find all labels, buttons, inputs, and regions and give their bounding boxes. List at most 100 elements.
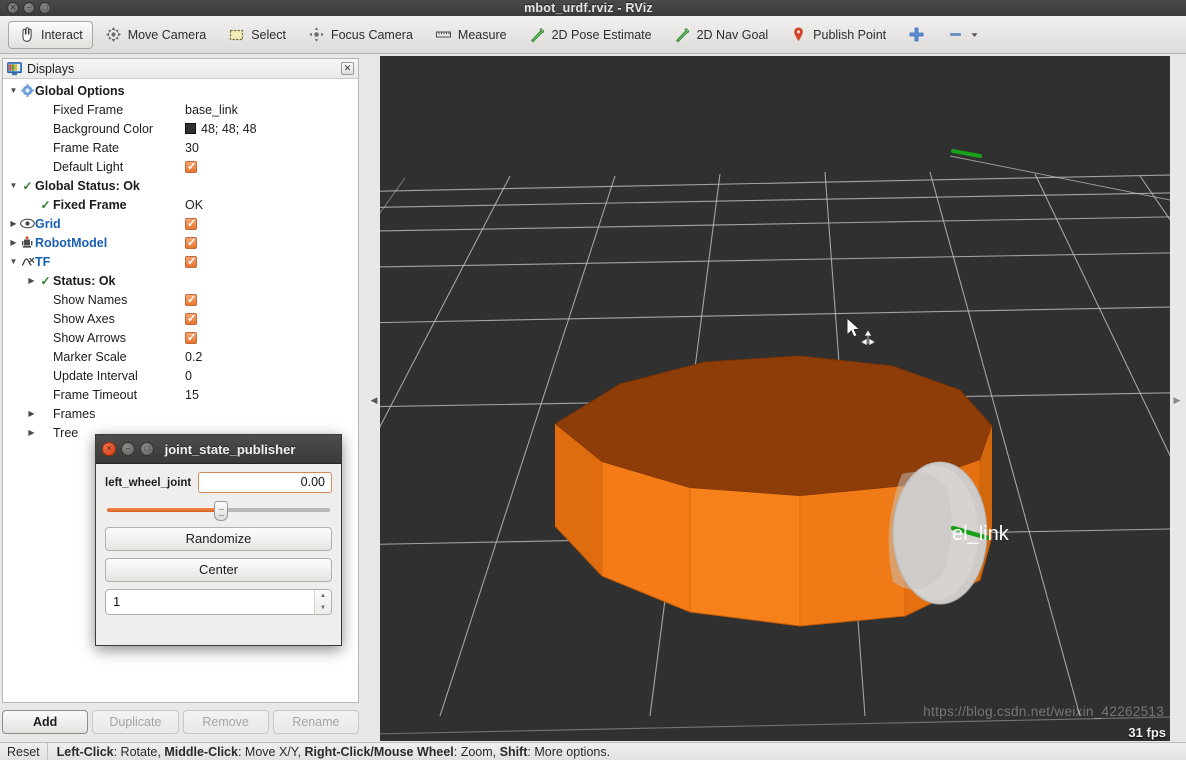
render-view-3d[interactable]: el_link https://blog.csdn.net/weixin_422… [380,56,1170,741]
display-row-value[interactable]: base_link [185,103,238,117]
display-row-marker-scale[interactable]: Marker Scale 0.2 [3,347,358,366]
window-close-button[interactable]: ✕ [7,2,19,14]
jsp-joint-row: left_wheel_joint 0.00 [105,472,332,493]
display-row-label: Show Arrows [53,330,126,345]
expand-arrow-right-icon[interactable]: ▶ [7,219,20,228]
select-rect-icon [230,29,244,41]
display-row-label: Global Status: Ok [35,178,140,193]
display-row-background-color[interactable]: Background Color 48; 48; 48 [3,119,358,138]
spinbox-down-icon[interactable]: ▼ [315,602,331,614]
tool-measure[interactable]: Measure [425,21,517,49]
window-minimize-button[interactable]: − [23,2,35,14]
jsp-spinbox-value[interactable]: 1 [106,590,314,614]
jsp-spinbox[interactable]: 1 ▲ ▼ [105,589,332,615]
hint-action: : Zoom, [453,744,500,759]
checkbox-checked-icon[interactable] [185,160,197,173]
checkbox-checked-icon[interactable] [185,293,197,306]
display-row-label: Show Names [53,292,128,307]
jsp-joint-value-input[interactable]: 0.00 [198,472,332,493]
checkbox-checked-icon[interactable] [185,255,197,268]
checkbox-checked-icon[interactable] [185,312,197,325]
expand-arrow-right-icon[interactable]: ▶ [25,409,38,418]
display-row-value[interactable]: OK [185,198,203,212]
display-row-value[interactable] [185,160,197,173]
jsp-joint-label: left_wheel_joint [105,476,192,489]
spinbox-up-icon[interactable]: ▲ [315,590,331,602]
tf-icon [20,256,35,268]
jsp-center-button[interactable]: Center [105,558,332,582]
display-row-update-interval[interactable]: Update Interval 0 [3,366,358,385]
check-icon: ✓ [40,273,51,288]
main-toolbar: Interact Move Camera Select Focus Camera… [0,16,1186,54]
tool-2d-nav-goal[interactable]: 2D Nav Goal [664,21,779,49]
display-row-value[interactable]: 48; 48; 48 [185,122,257,136]
right-splitter-handle[interactable]: ▶ [1172,390,1182,410]
left-splitter-handle[interactable]: ◀ [369,390,379,410]
display-row-show-axes[interactable]: Show Axes [3,309,358,328]
expand-arrow-right-icon[interactable]: ▶ [25,276,38,285]
tool-focus-camera[interactable]: Focus Camera [298,21,423,49]
display-row-fixed-frame[interactable]: Fixed Frame base_link [3,100,358,119]
reset-button[interactable]: Reset [0,743,48,760]
display-row-value[interactable] [185,217,197,230]
display-row-value[interactable]: 0.2 [185,350,202,364]
display-row-value[interactable]: 0 [185,369,192,383]
expand-arrow-right-icon[interactable]: ▶ [7,238,20,247]
robot-icon [20,236,35,249]
expand-arrow-down-icon[interactable]: ▼ [7,181,20,190]
nav-goal-arrow-icon [675,28,689,43]
checkbox-checked-icon[interactable] [185,236,197,249]
display-row-global-options[interactable]: ▼ Global Options [3,81,358,100]
display-row-status-ok[interactable]: ▶ ✓ Status: Ok [3,271,358,290]
checkbox-checked-icon[interactable] [185,331,197,344]
display-row-grid[interactable]: ▶ Grid [3,214,358,233]
tool-add-plugin[interactable] [898,21,935,49]
tool-publish-point[interactable]: Publish Point [780,21,896,49]
jsp-randomize-button[interactable]: Randomize [105,527,332,551]
hint-key: Middle-Click [164,744,238,759]
jsp-close-button[interactable]: ✕ [102,442,116,456]
tool-interact[interactable]: Interact [8,20,93,49]
slider-knob[interactable] [213,501,228,521]
expand-arrow-right-icon[interactable]: ▶ [25,428,38,437]
display-row-show-names[interactable]: Show Names [3,290,358,309]
hint-action: : More options. [527,744,611,759]
display-row-show-arrows[interactable]: Show Arrows [3,328,358,347]
add-button[interactable]: Add [2,710,89,734]
hint-action: : Rotate, [113,744,165,759]
focus-camera-icon [309,27,324,42]
display-row-global-status-ok[interactable]: ▼ ✓ Global Status: Ok [3,176,358,195]
display-row-frames[interactable]: ▶ Frames [3,404,358,423]
tool-move-camera[interactable]: Move Camera [95,21,217,49]
display-row-fixed-frame[interactable]: ✓ Fixed Frame OK [3,195,358,214]
display-row-value[interactable] [185,293,197,306]
color-swatch[interactable] [185,123,196,134]
jsp-maximize-button[interactable]: □ [140,442,154,456]
display-row-frame-rate[interactable]: Frame Rate 30 [3,138,358,157]
display-row-tf[interactable]: ▼ TF [3,252,358,271]
jsp-joint-slider[interactable] [105,500,332,521]
expand-arrow-down-icon[interactable]: ▼ [7,86,20,95]
jsp-minimize-button[interactable]: − [121,442,135,456]
display-row-default-light[interactable]: Default Light [3,157,358,176]
display-row-value[interactable] [185,236,197,249]
eye-icon [20,218,35,229]
display-row-value[interactable] [185,255,197,268]
display-row-value[interactable]: 30 [185,141,199,155]
expand-arrow-down-icon[interactable]: ▼ [7,257,20,266]
displays-panel-close-button[interactable]: ✕ [341,62,354,75]
tool-select[interactable]: Select [218,21,296,49]
toolbar-overflow[interactable] [937,21,989,49]
display-row-value[interactable] [185,331,197,344]
display-row-robotmodel[interactable]: ▶ RobotModel [3,233,358,252]
display-row-value[interactable]: 15 [185,388,199,402]
window-maximize-button[interactable]: □ [39,2,51,14]
display-row-frame-timeout[interactable]: Frame Timeout 15 [3,385,358,404]
display-row-value[interactable] [185,312,197,325]
checkbox-checked-icon[interactable] [185,217,197,230]
tool-2d-pose-estimate[interactable]: 2D Pose Estimate [519,21,662,49]
display-row-label: Fixed Frame [53,102,124,117]
tool-focus-camera-label: Focus Camera [330,27,413,42]
displays-panel-title: Displays [27,61,75,76]
check-icon: ✓ [40,197,51,212]
